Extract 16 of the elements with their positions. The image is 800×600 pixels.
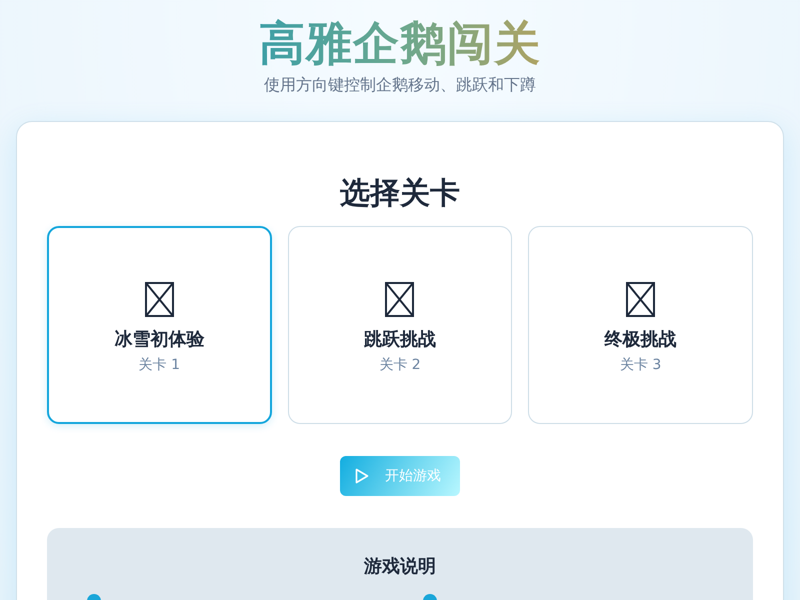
- level-card[interactable]: 终极挑战 关卡 3: [528, 226, 753, 424]
- level-card[interactable]: 跳跃挑战 关卡 2: [288, 226, 512, 424]
- level-number: 关卡 2: [379, 356, 421, 374]
- crossed-box-icon: [385, 282, 414, 316]
- level-name: 终极挑战: [604, 328, 677, 352]
- crossed-box-icon: [144, 282, 174, 316]
- level-number: 关卡 3: [620, 356, 662, 374]
- level-name: 跳跃挑战: [364, 328, 436, 352]
- level-name: 冰雪初体验: [114, 328, 204, 352]
- level-number: 关卡 1: [138, 356, 180, 374]
- section-heading: 选择关卡: [340, 176, 460, 212]
- instructions-heading: 游戏说明: [364, 555, 436, 579]
- crossed-box-icon: [626, 282, 656, 316]
- play-icon: [355, 468, 369, 484]
- game-subtitle: 使用方向键控制企鹅移动、跳跃和下蹲: [264, 74, 536, 96]
- level-card[interactable]: 冰雪初体验 关卡 1: [47, 226, 272, 424]
